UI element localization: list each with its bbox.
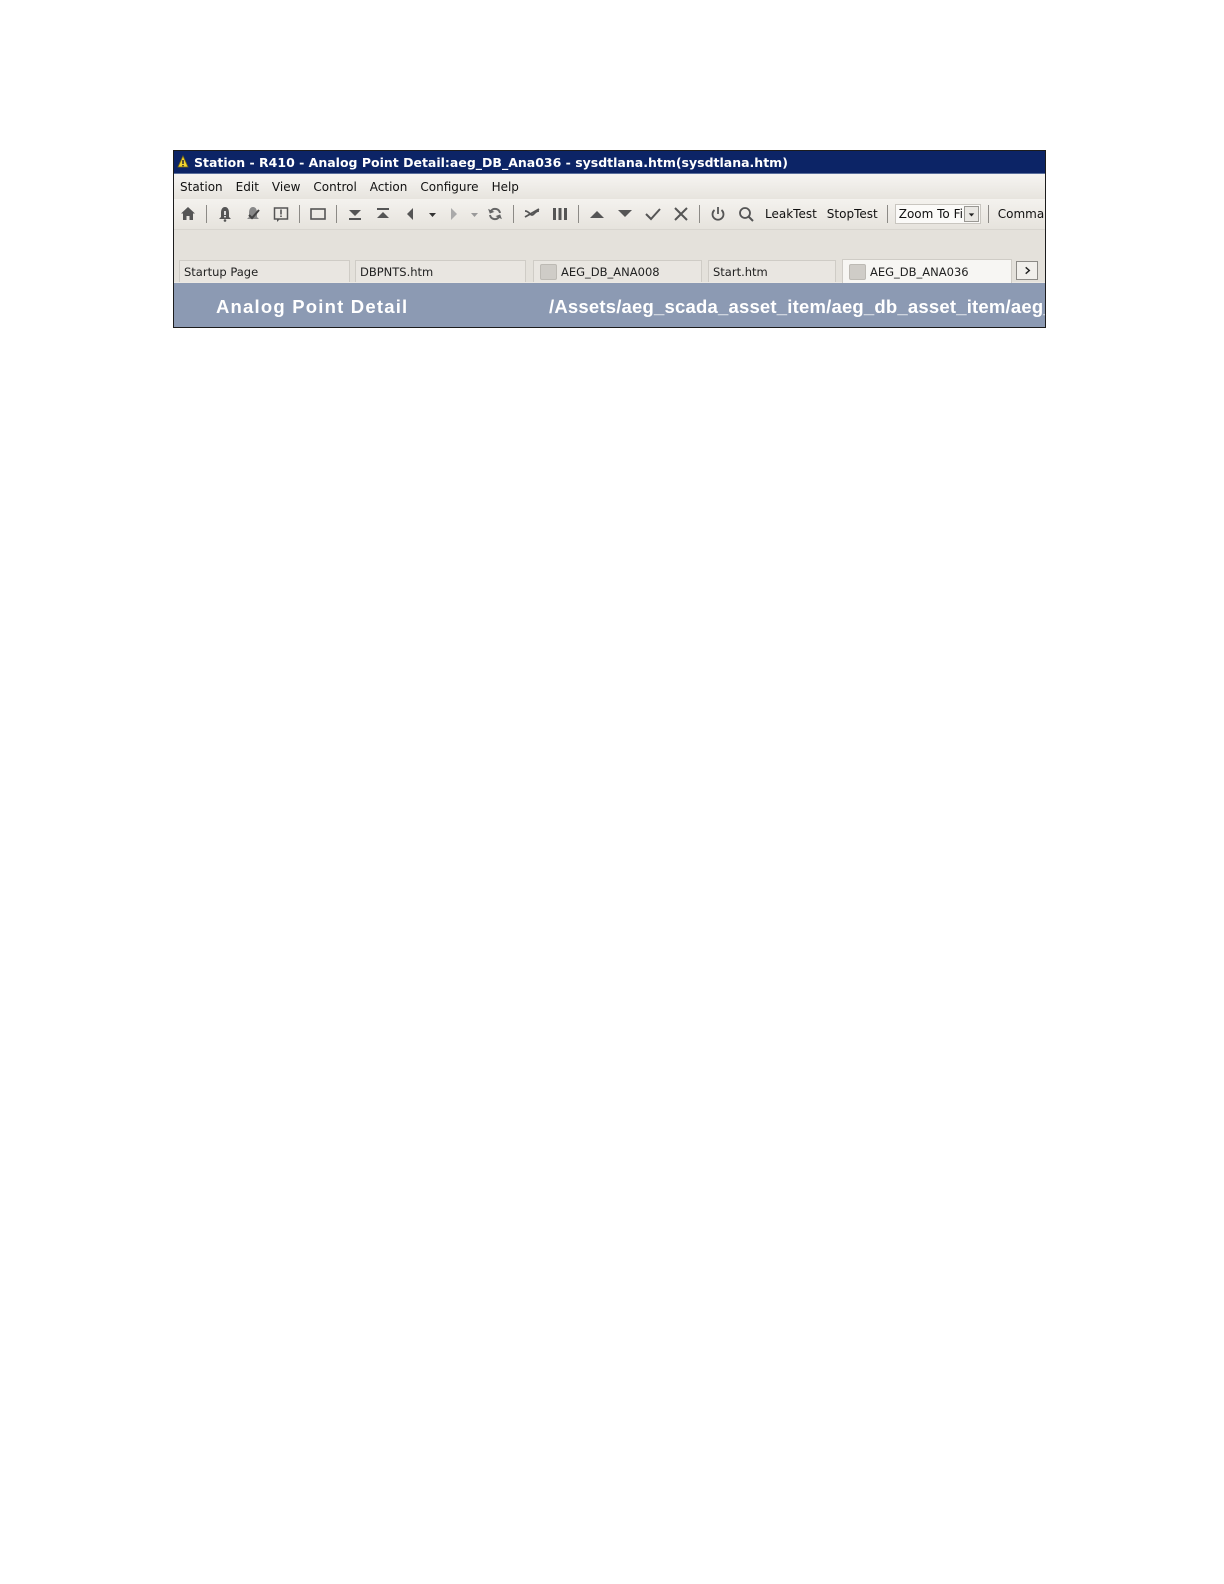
station-window: Station - R410 - Analog Point Detail:aeg… <box>173 150 1046 328</box>
alarm-bell-icon <box>219 207 231 222</box>
move-to-bottom-icon <box>349 210 361 220</box>
toolbar-separator <box>299 205 300 223</box>
zoom-select[interactable]: Zoom To Fi <box>894 204 981 224</box>
tab-dbpnts[interactable]: DBPNTS.htm <box>355 260 526 282</box>
tab-label: AEG_DB_ANA008 <box>561 264 660 279</box>
forward-button[interactable] <box>439 201 467 227</box>
forward-arrow-icon <box>451 208 457 220</box>
tab-strip: Startup Page DBPNTS.htm AEG_DB_ANA008 St… <box>174 254 1045 283</box>
search-icon <box>739 207 754 222</box>
menu-action[interactable]: Action <box>366 180 416 194</box>
page-up-button[interactable] <box>583 201 611 227</box>
disconnect-button[interactable] <box>518 201 546 227</box>
close-icon <box>674 207 688 221</box>
triangle-up-icon <box>590 211 604 218</box>
refresh-icon <box>488 207 502 221</box>
toolbar-separator <box>699 205 700 223</box>
station-app-icon <box>176 155 190 169</box>
message-icon <box>273 207 289 222</box>
raise-button[interactable] <box>369 201 397 227</box>
menu-help[interactable]: Help <box>488 180 527 194</box>
zoom-select-value: Zoom To Fi <box>898 207 963 221</box>
tab-label: AEG_DB_ANA036 <box>870 264 969 279</box>
tab-label: DBPNTS.htm <box>360 264 434 279</box>
columns-button[interactable] <box>546 201 574 227</box>
chevron-down-icon <box>428 212 436 217</box>
toolbar-separator <box>206 205 207 223</box>
tab-label: Startup Page <box>184 264 259 279</box>
toolbar-separator <box>578 205 579 223</box>
back-arrow-icon <box>407 208 413 220</box>
checkmark-icon <box>645 208 661 221</box>
asset-path: /Assets/aeg_scada_asset_item/aeg_db_asse… <box>549 296 1046 317</box>
tab-startup-page[interactable]: Startup Page <box>179 260 350 282</box>
lower-button[interactable] <box>341 201 369 227</box>
menu-bar: Station Edit View Control Action Configu… <box>174 174 1045 199</box>
page-title: Analog Point Detail <box>216 296 409 317</box>
secondary-toolbar <box>174 230 1045 254</box>
page-down-button[interactable] <box>611 201 639 227</box>
menu-edit[interactable]: Edit <box>232 180 267 194</box>
tab-label: Start.htm <box>713 264 768 279</box>
menu-control[interactable]: Control <box>309 180 364 194</box>
window-title: Station - R410 - Analog Point Detail:aeg… <box>194 154 788 170</box>
power-icon <box>711 207 725 221</box>
title-bar[interactable]: Station - R410 - Analog Point Detail:aeg… <box>174 151 1045 174</box>
chevron-down-icon <box>470 212 478 217</box>
move-to-top-icon <box>377 208 389 218</box>
page-icon <box>540 263 557 280</box>
tab-aeg-db-ana036[interactable]: AEG_DB_ANA036 <box>842 259 1012 283</box>
acknowledge-button[interactable] <box>239 201 267 227</box>
toolbar-separator <box>513 205 514 223</box>
command-field[interactable]: Comman <box>993 207 1045 221</box>
columns-icon <box>553 208 567 220</box>
alarm-summary-button[interactable] <box>211 201 239 227</box>
stoptest-button[interactable]: StopTest <box>822 207 883 221</box>
leaktest-button[interactable]: LeakTest <box>760 207 822 221</box>
search-button[interactable] <box>732 201 760 227</box>
menu-station[interactable]: Station <box>176 180 231 194</box>
cancel-button[interactable] <box>667 201 695 227</box>
acknowledge-icon <box>247 207 260 220</box>
toolbar-separator <box>336 205 337 223</box>
back-button[interactable] <box>397 201 425 227</box>
disconnect-icon <box>524 208 540 218</box>
rectangle-icon <box>310 208 326 220</box>
page-icon <box>849 263 866 280</box>
zoom-dropdown-button[interactable] <box>963 206 979 222</box>
chevron-down-icon <box>968 212 974 216</box>
tab-scroll-right-button[interactable] <box>1016 261 1038 280</box>
toolbar-separator <box>987 205 989 223</box>
tab-aeg-db-ana008[interactable]: AEG_DB_ANA008 <box>533 260 702 282</box>
toolbar: LeakTest StopTest Zoom To Fi Comman <box>174 199 1045 230</box>
toolbar-separator <box>886 205 888 223</box>
chevron-right-icon <box>1024 266 1030 275</box>
power-button[interactable] <box>704 201 732 227</box>
tab-start[interactable]: Start.htm <box>708 260 836 282</box>
message-button[interactable] <box>267 201 295 227</box>
triangle-down-icon <box>618 210 632 217</box>
forward-dropdown-button[interactable] <box>467 201 481 227</box>
back-dropdown-button[interactable] <box>425 201 439 227</box>
menu-view[interactable]: View <box>268 180 308 194</box>
window-button[interactable] <box>304 201 332 227</box>
refresh-button[interactable] <box>481 201 509 227</box>
home-button[interactable] <box>174 201 202 227</box>
menu-configure[interactable]: Configure <box>416 180 486 194</box>
detail-header: Analog Point Detail /Assets/aeg_scada_as… <box>174 283 1045 327</box>
confirm-button[interactable] <box>639 201 667 227</box>
home-icon <box>181 207 195 220</box>
